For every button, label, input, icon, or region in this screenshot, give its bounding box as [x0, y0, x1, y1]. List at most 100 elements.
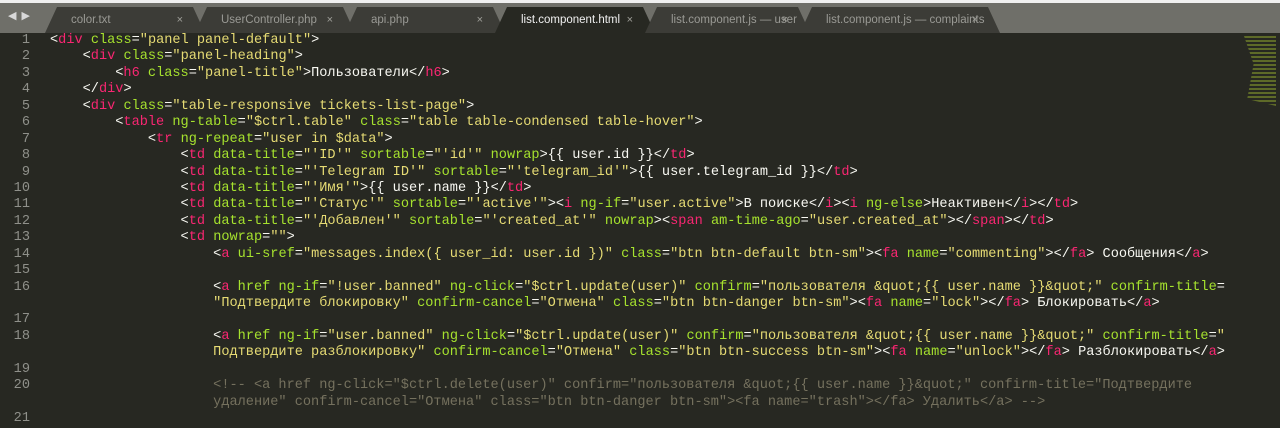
tag-name: span [670, 213, 703, 229]
code-line[interactable]: удаление" confirm-cancel="Отмена" class=… [50, 395, 1240, 411]
code-text: < [50, 180, 189, 196]
tab-list-component-html[interactable]: list.component.html × [495, 7, 655, 33]
code-line[interactable] [50, 263, 1240, 279]
code-line[interactable]: <td data-title="'ID'" sortable="'id'" no… [50, 148, 1240, 164]
code-text: > [523, 180, 532, 196]
code-line[interactable]: <h6 class="panel-title">Пользователи</h6… [50, 66, 1240, 82]
code-line[interactable]: <a href ng-if="user.banned" ng-click="$c… [50, 329, 1240, 345]
tab-color-txt[interactable]: color.txt × [45, 7, 205, 33]
line-number-wrap [0, 395, 40, 411]
code-text: >< [653, 213, 671, 229]
code-text: = [800, 213, 809, 229]
attribute-name: confirm-title [1110, 279, 1217, 295]
string: "'ID'" [302, 148, 352, 164]
code-line[interactable]: <td nowrap=""> [50, 230, 1240, 246]
code-text: ></ [1020, 345, 1046, 361]
code-line[interactable]: <a ui-sref="messages.index({ user_id: us… [50, 247, 1240, 263]
code-line[interactable]: <td data-title="'Telegram ID'" sortable=… [50, 165, 1240, 181]
close-tab-icon[interactable]: × [177, 7, 183, 33]
attribute-name: ng-table [172, 115, 238, 131]
code-text: = [425, 148, 434, 164]
tab-list-component-js-complaints[interactable]: list.component.js — complaints × [800, 7, 1000, 33]
code-line[interactable]: </div> [50, 82, 1240, 98]
code-text: = [653, 296, 662, 311]
code-line[interactable] [50, 312, 1240, 328]
attribute-name: sortable [409, 213, 475, 229]
tag-name: td [188, 148, 206, 164]
tag-name: div [90, 98, 116, 114]
string: "$ctrl.update(user)" [523, 279, 687, 295]
code-text: > Разблокировать</ [1061, 345, 1209, 361]
line-number: 3 [21, 65, 30, 81]
close-tab-icon[interactable]: × [477, 7, 483, 33]
code-line[interactable]: <div class="panel panel-default"> [50, 33, 1240, 49]
code-text: = [457, 197, 467, 213]
tab-navigation-arrows-icon[interactable]: ◀ ▶ [8, 9, 31, 22]
code-text: >< [874, 345, 891, 361]
tab-list-component-js-user[interactable]: list.component.js — user × [645, 7, 810, 33]
tag-name: td [670, 148, 687, 164]
code-text: >{{ user.id }}</ [539, 148, 671, 164]
code-line[interactable] [50, 362, 1240, 378]
code-text: </ [50, 82, 99, 98]
tab-api-php[interactable]: api.php × [345, 7, 505, 33]
code-line[interactable]: <td data-title="'Добавлен'" sortable="'c… [50, 214, 1240, 230]
attribute-name: ng-if [278, 279, 320, 295]
string: "Подтвердите блокировку" [213, 296, 409, 311]
line-number: 12 [13, 213, 30, 229]
code-line[interactable]: <td data-title="'Имя'">{{ user.name }}</… [50, 181, 1240, 197]
code-editor[interactable]: <div class="panel panel-default"> <div c… [50, 33, 1240, 428]
string: "user.active" [629, 197, 736, 213]
code-line[interactable]: "Подтвердите блокировку" confirm-cancel=… [50, 296, 1240, 312]
minimap[interactable] [1244, 36, 1276, 106]
code-line[interactable]: <a href ng-if="!user.banned" ng-click="$… [50, 280, 1240, 296]
tag-name: span [972, 213, 1005, 229]
attribute-name: sortable [433, 164, 499, 180]
code-line[interactable]: <tr ng-repeat="user in $data"> [50, 132, 1240, 148]
code-text: = [294, 197, 303, 213]
close-tab-icon[interactable]: × [327, 7, 333, 33]
close-tab-icon[interactable]: × [972, 7, 978, 33]
close-tab-icon[interactable]: × [782, 7, 788, 33]
code-line[interactable]: <td data-title="'Статус'" sortable="'act… [50, 197, 1240, 213]
code-text: > Сообщения</ [1086, 246, 1193, 262]
code-text: = [400, 115, 410, 131]
line-number: 15 [13, 263, 30, 279]
code-text: = [294, 148, 303, 164]
tag-name: td [188, 197, 206, 213]
code-line[interactable]: Подтвердите разблокировку" confirm-cance… [50, 345, 1240, 361]
tag-name: fa [865, 296, 883, 311]
code-line[interactable]: <div class="panel-heading"> [50, 49, 1240, 65]
close-tab-icon[interactable]: × [627, 7, 633, 33]
string: "'telegram_id'" [506, 164, 630, 180]
tag-name: i [1021, 197, 1030, 213]
string: "unlock" [955, 345, 1021, 361]
code-text: < [50, 213, 189, 229]
code-text: = [670, 345, 679, 361]
tab-usercontroller-php[interactable]: UserController.php × [195, 7, 355, 33]
string: "Отмена" [539, 296, 605, 311]
string: "'Имя'" [302, 180, 361, 196]
code-line[interactable] [50, 411, 1240, 427]
code-line[interactable]: <!-- <a href ng-click="$ctrl.delete(user… [50, 378, 1240, 394]
code-text: < [50, 115, 124, 131]
code-text: >< [547, 197, 565, 213]
attribute-name: name [906, 246, 940, 262]
code-text: > [466, 98, 475, 114]
string: "пользователя &quot;{{ user.name }}&quot… [751, 328, 1095, 344]
string: "$ctrl.update(user)" [515, 328, 679, 344]
code-text: = [1216, 279, 1225, 295]
tag-name: td [1029, 213, 1046, 229]
line-number: 14 [13, 246, 30, 262]
code-line[interactable]: <table ng-table="$ctrl.table" class="tab… [50, 115, 1240, 131]
code-line[interactable]: <div class="table-responsive tickets-lis… [50, 99, 1240, 115]
